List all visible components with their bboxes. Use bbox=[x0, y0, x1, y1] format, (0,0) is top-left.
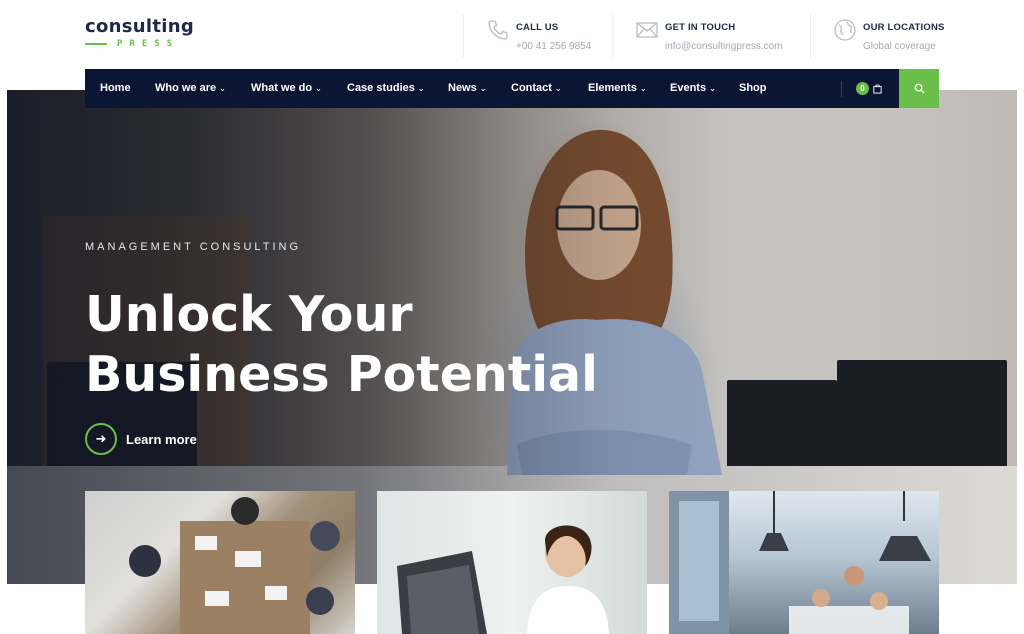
search-button[interactable] bbox=[899, 69, 939, 108]
nav-item-label: Who we are bbox=[155, 82, 217, 94]
woman-at-computer-photo bbox=[397, 525, 609, 634]
cart-button[interactable]: 0 bbox=[856, 82, 883, 95]
shopping-bag-icon bbox=[873, 84, 882, 94]
globe-icon bbox=[834, 19, 856, 41]
chevron-down-icon: ⌄ bbox=[417, 84, 425, 93]
team-meeting-photo bbox=[129, 497, 340, 634]
nav-item-case-studies[interactable]: Case studies ⌄ bbox=[347, 69, 425, 108]
logo-subtitle: PRESS bbox=[117, 39, 180, 49]
phone-icon bbox=[488, 20, 508, 40]
chevron-down-icon: ⌄ bbox=[315, 84, 322, 93]
locations-value: Global coverage bbox=[863, 41, 936, 52]
chevron-down-icon: ⌄ bbox=[219, 84, 226, 93]
site-logo[interactable]: consulting PRESS bbox=[85, 16, 194, 49]
email-title: GET IN TOUCH bbox=[665, 22, 736, 33]
chevron-down-icon: ⌄ bbox=[479, 84, 487, 93]
nav-item-home[interactable]: Home bbox=[100, 69, 131, 108]
header-info-email[interactable]: GET IN TOUCH info@consultingpress.com bbox=[612, 14, 810, 58]
nav-item-label: Contact bbox=[511, 82, 552, 94]
chevron-down-icon: ⌄ bbox=[709, 84, 716, 93]
hero-title: Unlock Your Business Potential bbox=[85, 285, 598, 405]
hero-kicker: MANAGEMENT CONSULTING bbox=[85, 241, 301, 253]
nav-divider bbox=[841, 81, 842, 97]
learn-more-button[interactable]: ➜ Learn more bbox=[85, 423, 197, 455]
nav-item-contact[interactable]: Contact ⌄ bbox=[511, 69, 562, 108]
hero-title-line-2: Business Potential bbox=[85, 346, 598, 403]
envelope-icon bbox=[636, 22, 658, 38]
nav-item-news[interactable]: News ⌄ bbox=[448, 69, 486, 108]
nav-item-label: Case studies bbox=[347, 82, 415, 94]
service-card-image[interactable] bbox=[669, 491, 939, 634]
learn-more-label: Learn more bbox=[126, 431, 197, 447]
search-icon bbox=[914, 83, 925, 94]
locations-title: OUR LOCATIONS bbox=[863, 22, 945, 33]
nav-item-label: Home bbox=[100, 82, 131, 94]
email-value: info@consultingpress.com bbox=[665, 41, 783, 52]
nav-item-elements[interactable]: Elements ⌄ bbox=[588, 69, 647, 108]
chevron-down-icon: ⌄ bbox=[639, 84, 647, 93]
nav-item-label: News bbox=[448, 82, 477, 94]
service-card-image[interactable] bbox=[377, 491, 647, 634]
header-info-call[interactable]: CALL US +00 41 256 9854 bbox=[463, 14, 613, 58]
call-title: CALL US bbox=[516, 22, 559, 33]
nav-item-label: Events bbox=[670, 82, 707, 94]
cart-count-badge: 0 bbox=[856, 82, 869, 95]
call-value: +00 41 256 9854 bbox=[516, 41, 592, 52]
nav-item-what-we-do[interactable]: What we do ⌄ bbox=[251, 69, 322, 108]
logo-name: consulting bbox=[85, 16, 195, 37]
nav-item-label: Shop bbox=[739, 82, 767, 94]
arrow-right-icon: ➜ bbox=[85, 423, 117, 455]
nav-item-label: What we do bbox=[251, 82, 313, 94]
hero-title-line-1: Unlock Your bbox=[85, 286, 413, 343]
nav-item-who-we-are[interactable]: Who we are ⌄ bbox=[155, 69, 226, 108]
nav-item-shop[interactable]: Shop bbox=[739, 69, 767, 108]
main-navigation: Home Who we are ⌄ What we do ⌄ Case studie… bbox=[85, 69, 939, 108]
logo-accent-line bbox=[85, 43, 107, 45]
chevron-down-icon: ⌄ bbox=[554, 84, 562, 93]
nav-item-events[interactable]: Events ⌄ bbox=[670, 69, 716, 108]
service-card-image[interactable] bbox=[85, 491, 355, 634]
office-teamwork-photo bbox=[669, 491, 931, 634]
logo-sub: PRESS bbox=[85, 39, 194, 49]
site-header: consulting PRESS CALL US +00 41 256 9854… bbox=[0, 0, 1024, 68]
header-info-locations[interactable]: OUR LOCATIONS Global coverage bbox=[810, 14, 950, 58]
nav-item-label: Elements bbox=[588, 82, 637, 94]
